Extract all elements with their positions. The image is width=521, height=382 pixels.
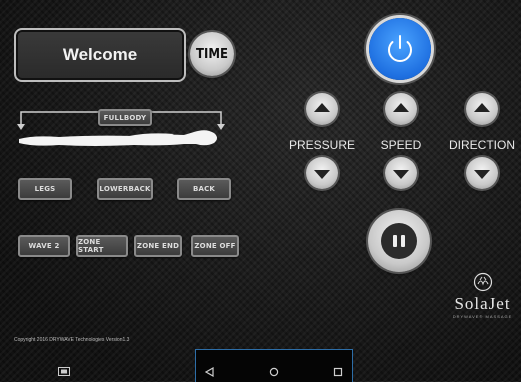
zone-start-button[interactable]: ZONE START: [76, 235, 128, 257]
copyright-text: Copyright 2016 DRYWAVE Technologies Vers…: [14, 337, 130, 343]
legs-button[interactable]: LEGS: [18, 178, 72, 200]
logo-name: SolaJet: [454, 294, 511, 313]
screenshot-icon[interactable]: [58, 367, 70, 376]
direction-up-button[interactable]: [466, 93, 498, 125]
fullbody-button[interactable]: FULLBODY: [98, 109, 152, 126]
pause-button[interactable]: [368, 210, 430, 272]
solajet-logo: SolaJet DRYWAVE® MASSAGE: [444, 272, 521, 319]
pressure-up-button[interactable]: [306, 93, 338, 125]
direction-label: DIRECTION: [449, 138, 515, 152]
welcome-display: Welcome: [14, 28, 186, 82]
back-button-label: BACK: [192, 185, 216, 193]
pressure-down-button[interactable]: [306, 157, 338, 189]
wave-2-button-label: WAVE 2: [28, 242, 60, 250]
time-button-label: TIME: [196, 46, 228, 62]
nav-back-icon[interactable]: [205, 367, 215, 377]
lowerback-button[interactable]: LOWERBACK: [97, 178, 153, 200]
pressure-label: PRESSURE: [288, 138, 356, 152]
zone-off-button-label: ZONE OFF: [194, 242, 236, 250]
speed-down-button[interactable]: [385, 157, 417, 189]
speed-label: SPEED: [380, 138, 422, 152]
nav-recents-icon[interactable]: [333, 367, 343, 377]
power-button[interactable]: [369, 18, 431, 80]
zone-start-button-label: ZONE START: [78, 238, 104, 254]
arrow-down-icon: [393, 170, 409, 179]
time-button[interactable]: TIME: [190, 32, 234, 76]
body-silhouette: [19, 130, 217, 146]
direction-down-button[interactable]: [466, 157, 498, 189]
legs-button-label: LEGS: [34, 185, 56, 193]
power-icon: [388, 35, 412, 63]
welcome-label: Welcome: [62, 45, 138, 64]
arrow-down-icon: [314, 170, 330, 179]
nav-home-icon[interactable]: [269, 367, 279, 377]
system-nav-bar: [195, 349, 353, 382]
arrow-up-icon: [314, 103, 330, 112]
back-button[interactable]: BACK: [177, 178, 231, 200]
arrow-down-icon: [474, 170, 490, 179]
fullbody-button-label: FULLBODY: [103, 113, 147, 122]
arrow-up-icon: [393, 103, 409, 112]
wave-2-button[interactable]: WAVE 2: [18, 235, 70, 257]
zone-off-button[interactable]: ZONE OFF: [191, 235, 239, 257]
zone-end-button-label: ZONE END: [136, 242, 180, 250]
pause-icon: [381, 223, 417, 259]
zone-end-button[interactable]: ZONE END: [134, 235, 182, 257]
speed-up-button[interactable]: [385, 93, 417, 125]
lowerback-button-label: LOWERBACK: [99, 185, 151, 193]
logo-tagline: DRYWAVE® MASSAGE: [452, 314, 513, 319]
arrow-up-icon: [474, 103, 490, 112]
logo-emblem-icon: [473, 272, 492, 292]
